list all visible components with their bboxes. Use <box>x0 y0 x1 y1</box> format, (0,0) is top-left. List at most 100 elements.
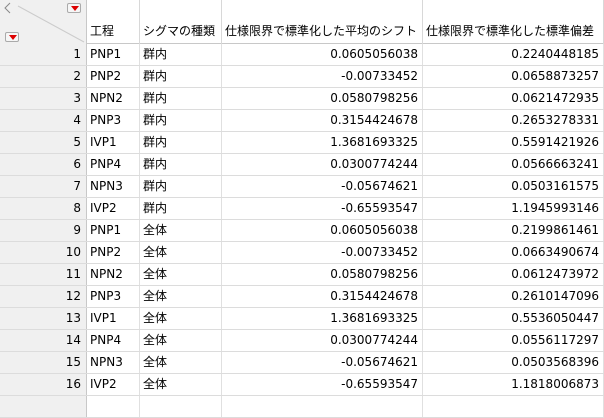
table-row[interactable]: 2 PNP2 群内 -0.00733452 0.0658873257 <box>0 66 604 88</box>
row-number[interactable]: 13 <box>0 308 87 329</box>
process-cell[interactable]: IVP1 <box>87 308 140 329</box>
mean-shift-cell[interactable]: -0.65593547 <box>222 198 423 219</box>
process-cell[interactable]: PNP4 <box>87 330 140 351</box>
mean-shift-cell[interactable]: 1.3681693325 <box>222 132 423 153</box>
process-cell[interactable]: NPN3 <box>87 352 140 373</box>
sigma-type-cell[interactable]: 全体 <box>140 242 222 263</box>
table-row[interactable]: 4 PNP3 群内 0.3154424678 0.2653278331 <box>0 110 604 132</box>
column-header-process[interactable]: 工程 <box>87 0 140 44</box>
mean-shift-cell[interactable]: -0.00733452 <box>222 66 423 87</box>
mean-shift-cell[interactable]: -0.05674621 <box>222 352 423 373</box>
table-row[interactable]: 11 NPN2 全体 0.0580798256 0.0612473972 <box>0 264 604 286</box>
table-row[interactable]: 14 PNP4 全体 0.0300774244 0.0556117297 <box>0 330 604 352</box>
sigma-type-cell[interactable]: 群内 <box>140 154 222 175</box>
sigma-type-cell[interactable]: 全体 <box>140 286 222 307</box>
process-cell[interactable]: PNP4 <box>87 154 140 175</box>
process-cell[interactable]: PNP3 <box>87 286 140 307</box>
process-cell[interactable]: PNP2 <box>87 66 140 87</box>
process-cell[interactable]: IVP2 <box>87 198 140 219</box>
table-row[interactable]: 9 PNP1 全体 0.0605056038 0.2199861461 <box>0 220 604 242</box>
column-header-mean-shift[interactable]: 仕様限界で標準化した平均のシフト <box>222 0 423 44</box>
process-cell[interactable]: NPN2 <box>87 264 140 285</box>
table-row[interactable]: 10 PNP2 全体 -0.00733452 0.0663490674 <box>0 242 604 264</box>
mean-shift-cell[interactable]: -0.65593547 <box>222 374 423 395</box>
table-row[interactable]: 16 IVP2 全体 -0.65593547 1.1818006873 <box>0 374 604 396</box>
sigma-type-cell[interactable]: 群内 <box>140 110 222 131</box>
std-dev-cell[interactable]: 0.5591421926 <box>423 132 604 153</box>
column-header-sigma-type[interactable]: シグマの種類 <box>140 0 222 44</box>
rows-menu-dropdown-icon[interactable] <box>5 32 19 42</box>
mean-shift-cell[interactable]: 0.3154424678 <box>222 110 423 131</box>
sigma-type-cell[interactable]: 全体 <box>140 352 222 373</box>
sigma-type-cell[interactable]: 全体 <box>140 374 222 395</box>
table-row[interactable]: 1 PNP1 群内 0.0605056038 0.2240448185 <box>0 44 604 66</box>
row-number[interactable]: 11 <box>0 264 87 285</box>
std-dev-cell[interactable]: 0.2610147096 <box>423 286 604 307</box>
row-number[interactable]: 16 <box>0 374 87 395</box>
column-header-std-dev[interactable]: 仕様限界で標準化した標準偏差 <box>423 0 604 44</box>
row-number[interactable]: 14 <box>0 330 87 351</box>
row-number[interactable]: 9 <box>0 220 87 241</box>
row-number[interactable]: 1 <box>0 44 87 65</box>
process-cell[interactable]: NPN2 <box>87 88 140 109</box>
table-row[interactable]: 8 IVP2 群内 -0.65593547 1.1945993146 <box>0 198 604 220</box>
sigma-type-cell[interactable]: 群内 <box>140 198 222 219</box>
std-dev-cell[interactable]: 0.0503568396 <box>423 352 604 373</box>
row-number[interactable]: 6 <box>0 154 87 175</box>
mean-shift-cell[interactable]: 1.3681693325 <box>222 308 423 329</box>
mean-shift-cell[interactable]: 0.0300774244 <box>222 154 423 175</box>
mean-shift-cell[interactable]: 0.0605056038 <box>222 44 423 65</box>
table-row[interactable]: 15 NPN3 全体 -0.05674621 0.0503568396 <box>0 352 604 374</box>
std-dev-cell[interactable]: 0.0556117297 <box>423 330 604 351</box>
mean-shift-cell[interactable]: 0.0580798256 <box>222 264 423 285</box>
process-cell[interactable]: IVP1 <box>87 132 140 153</box>
mean-shift-cell[interactable]: 0.0300774244 <box>222 330 423 351</box>
process-cell[interactable]: PNP1 <box>87 220 140 241</box>
table-row[interactable]: 7 NPN3 群内 -0.05674621 0.0503161575 <box>0 176 604 198</box>
sigma-type-cell[interactable]: 全体 <box>140 220 222 241</box>
row-number[interactable]: 12 <box>0 286 87 307</box>
sigma-type-cell[interactable]: 群内 <box>140 176 222 197</box>
sigma-type-cell[interactable]: 群内 <box>140 44 222 65</box>
std-dev-cell[interactable]: 0.2199861461 <box>423 220 604 241</box>
std-dev-cell[interactable]: 0.0566663241 <box>423 154 604 175</box>
std-dev-cell[interactable]: 0.0612473972 <box>423 264 604 285</box>
table-row[interactable]: 3 NPN2 群内 0.0580798256 0.0621472935 <box>0 88 604 110</box>
row-number[interactable]: 15 <box>0 352 87 373</box>
std-dev-cell[interactable]: 1.1818006873 <box>423 374 604 395</box>
process-cell[interactable]: IVP2 <box>87 374 140 395</box>
process-cell[interactable]: PNP1 <box>87 44 140 65</box>
process-cell[interactable]: NPN3 <box>87 176 140 197</box>
sigma-type-cell[interactable]: 群内 <box>140 66 222 87</box>
table-row[interactable]: 12 PNP3 全体 0.3154424678 0.2610147096 <box>0 286 604 308</box>
table-row[interactable]: 13 IVP1 全体 1.3681693325 0.5536050447 <box>0 308 604 330</box>
table-menu-dropdown-icon[interactable] <box>67 3 81 13</box>
mean-shift-cell[interactable]: -0.05674621 <box>222 176 423 197</box>
std-dev-cell[interactable]: 0.0663490674 <box>423 242 604 263</box>
table-row[interactable]: 6 PNP4 群内 0.0300774244 0.0566663241 <box>0 154 604 176</box>
process-cell[interactable]: PNP2 <box>87 242 140 263</box>
std-dev-cell[interactable]: 0.2240448185 <box>423 44 604 65</box>
sigma-type-cell[interactable]: 群内 <box>140 88 222 109</box>
row-number[interactable]: 3 <box>0 88 87 109</box>
std-dev-cell[interactable]: 0.0503161575 <box>423 176 604 197</box>
std-dev-cell[interactable]: 1.1945993146 <box>423 198 604 219</box>
sigma-type-cell[interactable]: 全体 <box>140 308 222 329</box>
row-number[interactable]: 8 <box>0 198 87 219</box>
std-dev-cell[interactable]: 0.5536050447 <box>423 308 604 329</box>
row-number[interactable]: 2 <box>0 66 87 87</box>
mean-shift-cell[interactable]: 0.0580798256 <box>222 88 423 109</box>
mean-shift-cell[interactable]: -0.00733452 <box>222 242 423 263</box>
row-number[interactable]: 7 <box>0 176 87 197</box>
std-dev-cell[interactable]: 0.0658873257 <box>423 66 604 87</box>
row-number[interactable]: 4 <box>0 110 87 131</box>
process-cell[interactable]: PNP3 <box>87 110 140 131</box>
sigma-type-cell[interactable]: 群内 <box>140 132 222 153</box>
mean-shift-cell[interactable]: 0.3154424678 <box>222 286 423 307</box>
std-dev-cell[interactable]: 0.2653278331 <box>423 110 604 131</box>
std-dev-cell[interactable]: 0.0621472935 <box>423 88 604 109</box>
row-number[interactable]: 5 <box>0 132 87 153</box>
sigma-type-cell[interactable]: 全体 <box>140 264 222 285</box>
mean-shift-cell[interactable]: 0.0605056038 <box>222 220 423 241</box>
table-row[interactable]: 5 IVP1 群内 1.3681693325 0.5591421926 <box>0 132 604 154</box>
